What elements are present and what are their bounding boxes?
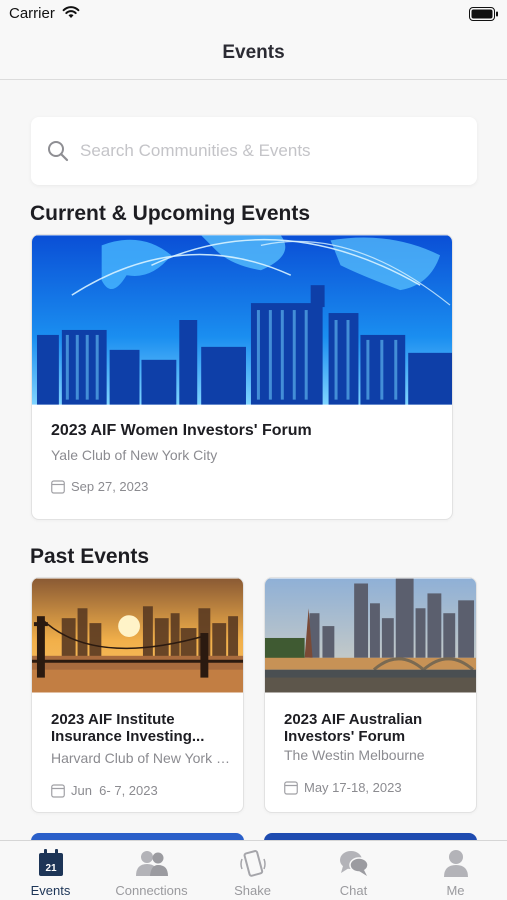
calendar-icon: 21 [38,849,63,876]
battery-icon [469,7,498,21]
event-venue: The Westin Melbourne [284,747,425,763]
tab-connections[interactable]: Connections [101,841,202,900]
chat-bubbles-icon [339,851,369,876]
search-input[interactable] [80,137,460,165]
event-image-partial [31,833,244,840]
event-card[interactable] [31,833,244,840]
tab-label: Shake [234,883,271,898]
tab-label: Events [30,883,71,898]
event-card[interactable] [264,833,477,840]
event-image-partial [264,833,477,840]
calendar-day-badge: 21 [45,863,57,874]
event-date: Jun 6- 7, 2023 [71,783,158,798]
phone-shake-icon [239,850,266,877]
people-icon [135,851,168,876]
tab-label: Connections [115,883,188,898]
search-bar[interactable] [31,117,477,185]
search-icon [48,141,69,162]
status-bar: Carrier [0,0,507,30]
page-title: Events [222,42,285,63]
event-date: Sep 27, 2023 [71,479,149,494]
event-card[interactable]: 2023 AIF Australian Investors' Forum The… [264,577,477,813]
tab-label: Chat [339,883,368,898]
tab-shake[interactable]: Shake [202,841,303,900]
events-content[interactable]: Current & Upcoming Events [0,80,507,840]
calendar-icon [51,784,65,798]
past-events-heading: Past Events [30,545,150,568]
event-image-city-network [32,235,452,405]
event-title: 2023 AIF Institute Insurance Investing..… [51,711,205,745]
calendar-icon [51,480,65,494]
tab-label: Me [446,883,465,898]
event-title: 2023 AIF Australian Investors' Forum [284,711,423,745]
carrier-label: Carrier [9,5,55,22]
event-venue: Yale Club of New York City [51,447,218,463]
wifi-icon [62,6,80,18]
person-icon [443,850,468,877]
event-title: 2023 AIF Women Investors' Forum [51,422,312,439]
tab-bar: 21 Events Connections Shake Chat Me [0,840,507,900]
navigation-bar: Events [0,30,507,80]
calendar-icon [284,781,298,795]
event-card[interactable]: 2023 AIF Women Investors' Forum Yale Clu… [31,234,453,520]
event-venue: Harvard Club of New York C... [51,750,236,766]
event-card[interactable]: 2023 AIF Institute Insurance Investing..… [31,577,244,813]
event-date: May 17-18, 2023 [304,780,402,795]
tab-events[interactable]: 21 Events [0,841,101,900]
tab-chat[interactable]: Chat [303,841,404,900]
tab-me[interactable]: Me [404,841,507,900]
event-image-bridge-sunset [32,578,243,693]
event-image-melbourne-skyline [265,578,476,693]
current-events-heading: Current & Upcoming Events [30,202,311,225]
